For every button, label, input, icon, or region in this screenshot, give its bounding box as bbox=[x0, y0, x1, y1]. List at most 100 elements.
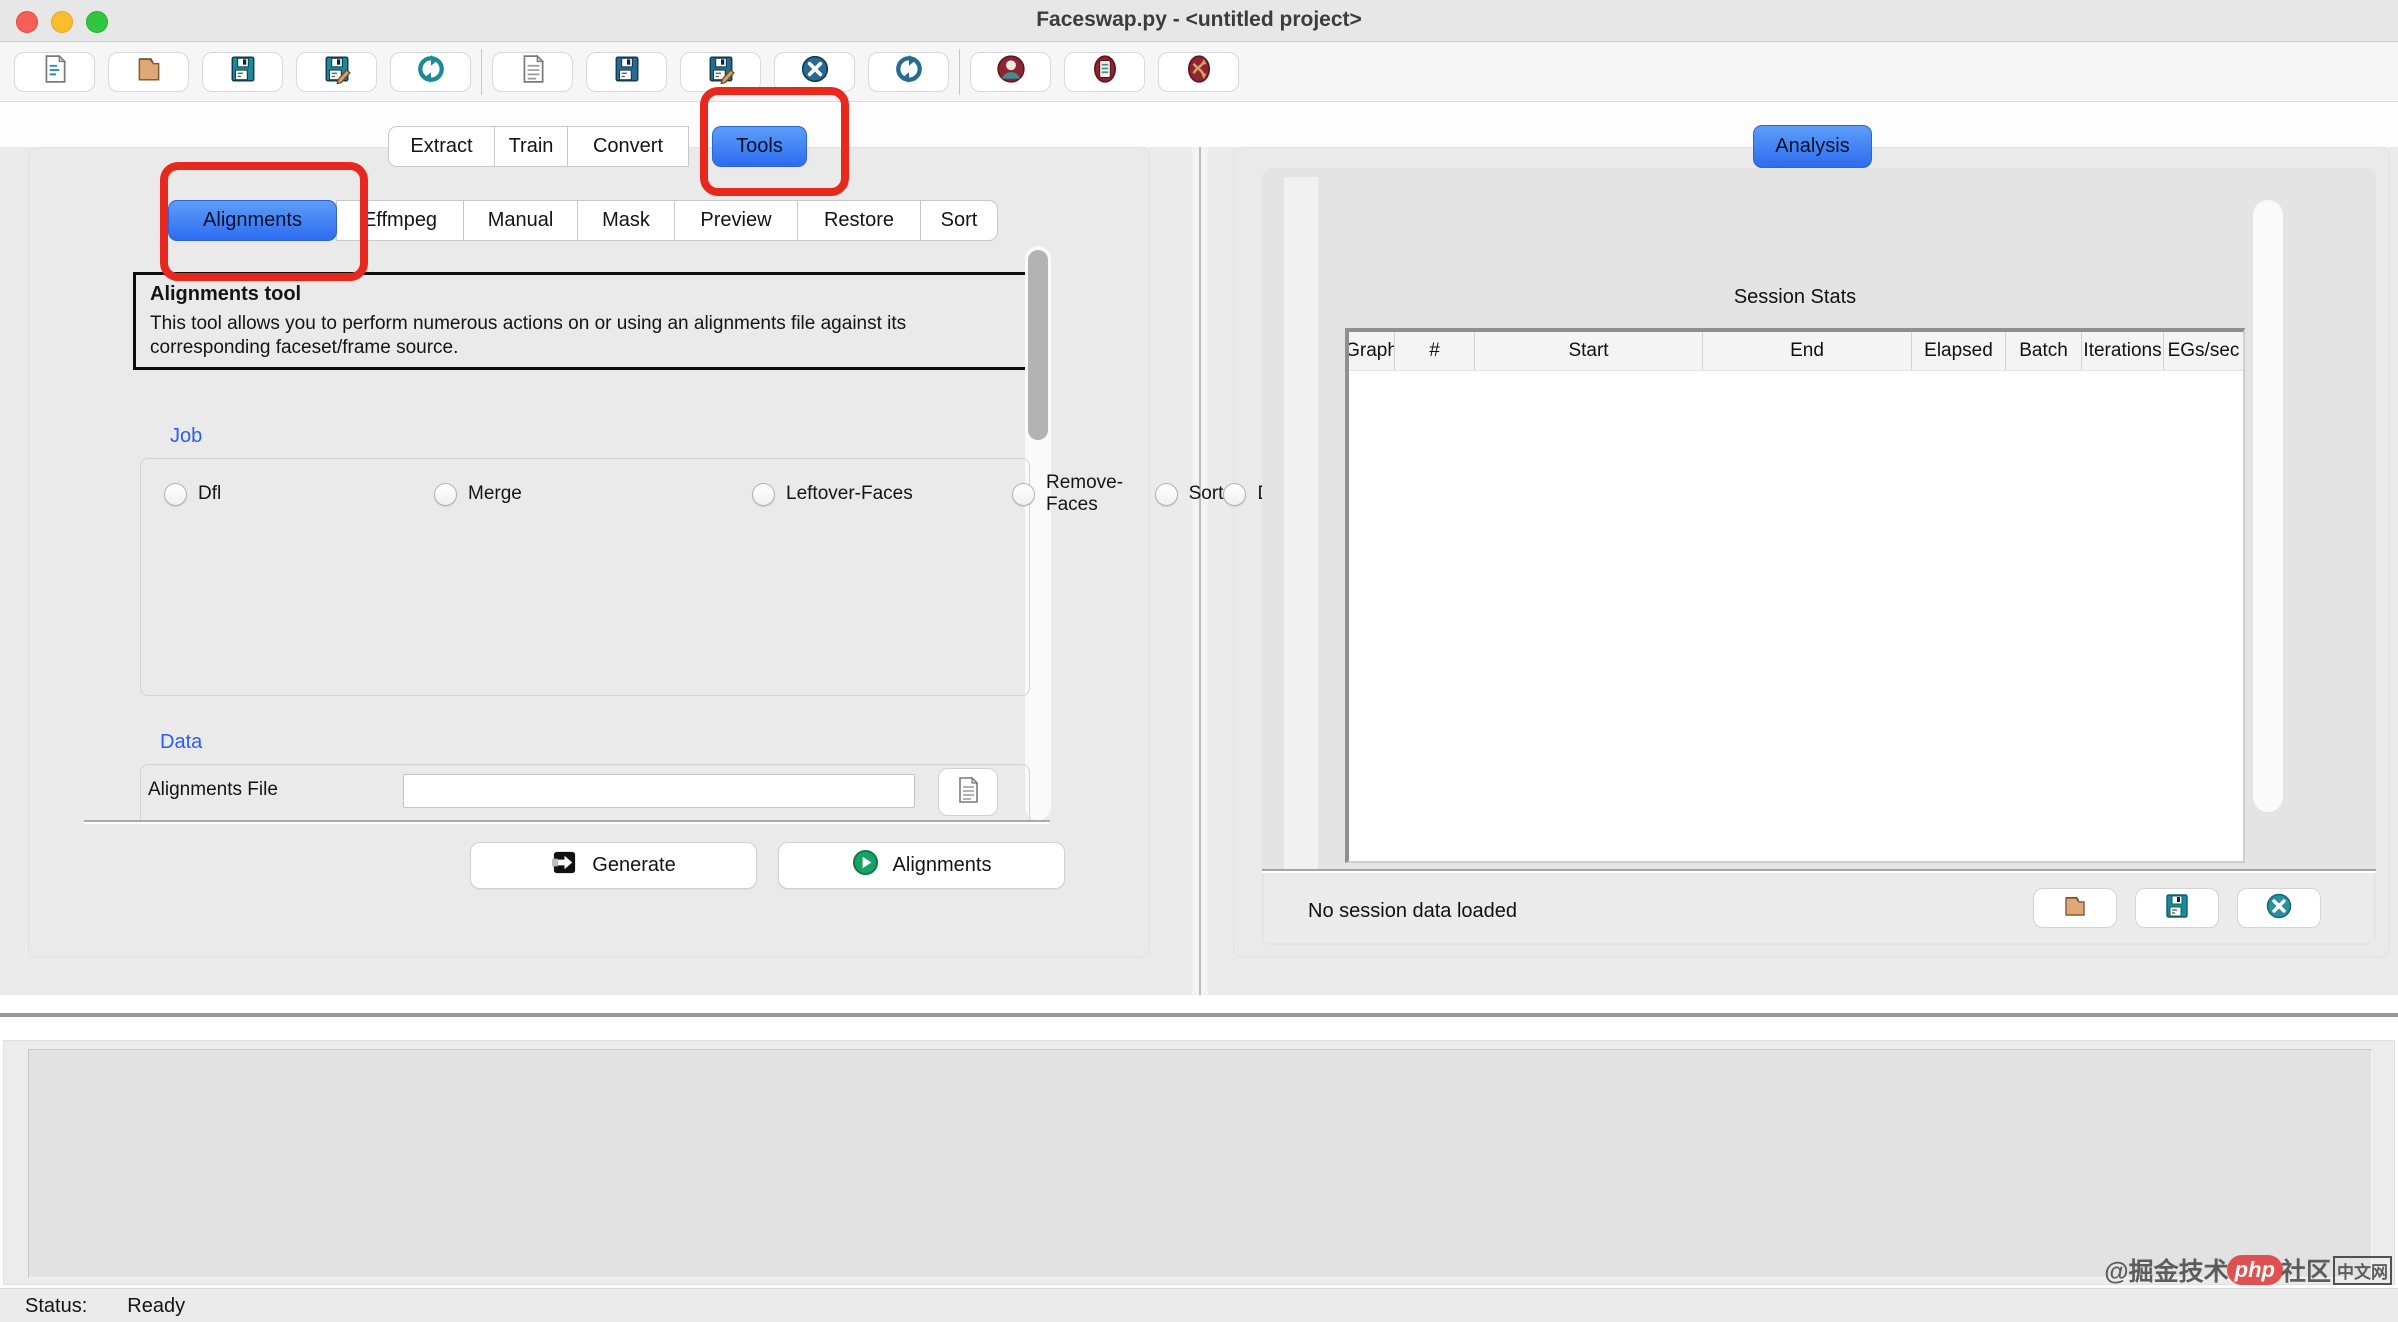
save-config-icon bbox=[612, 54, 642, 89]
toolbar-group-3 bbox=[970, 51, 1239, 92]
tool-tab-effmpeg[interactable]: Effmpeg bbox=[336, 200, 464, 241]
radio-label-leftover-faces: Leftover-Faces bbox=[786, 483, 913, 504]
save-config-button[interactable] bbox=[586, 51, 667, 92]
console-frame bbox=[3, 1040, 2395, 1285]
output-button[interactable] bbox=[1064, 51, 1145, 92]
watermark-suffix: 社区 bbox=[2280, 1258, 2331, 1286]
file-browser-icon bbox=[954, 776, 982, 809]
notebook-band bbox=[0, 102, 2398, 147]
pane-divider[interactable] bbox=[1192, 147, 1208, 995]
tab-train[interactable]: Train bbox=[494, 126, 568, 167]
tool-tab-mask[interactable]: Mask bbox=[577, 200, 675, 241]
save-project-icon bbox=[228, 54, 258, 89]
tool-tab-alignments[interactable]: Alignments bbox=[168, 200, 337, 241]
main-tabs: Extract Train Convert Tools bbox=[388, 126, 807, 167]
reset-config-button[interactable] bbox=[868, 51, 949, 92]
tab-analysis[interactable]: Analysis bbox=[1753, 125, 1872, 168]
tool-tab-manual[interactable]: Manual bbox=[463, 200, 578, 241]
generate-icon bbox=[551, 849, 578, 882]
radio-draw[interactable] bbox=[1223, 482, 1247, 506]
bottom-area: Status: Ready bbox=[0, 995, 2398, 1322]
swap-icon bbox=[1184, 54, 1214, 89]
toolbar-group-1 bbox=[14, 51, 471, 92]
horizontal-sash[interactable] bbox=[0, 1013, 2398, 1017]
reset-project-icon bbox=[416, 54, 446, 89]
open-project-button[interactable] bbox=[108, 51, 189, 92]
job-option-dfl: Dfl bbox=[164, 482, 434, 506]
alignments-run-button[interactable]: Alignments bbox=[778, 842, 1065, 889]
clear-config-button[interactable] bbox=[774, 51, 855, 92]
tab-convert[interactable]: Convert bbox=[567, 126, 689, 167]
data-section-label: Data bbox=[160, 731, 203, 753]
clear-session-button[interactable] bbox=[2237, 888, 2321, 928]
job-section-label: Job bbox=[170, 425, 203, 447]
save-project-as-button[interactable] bbox=[296, 51, 377, 92]
save-session-icon bbox=[2163, 892, 2191, 925]
session-stats-table: Graph#StartEndElapsedBatchIterationsEGs/… bbox=[1345, 328, 2245, 863]
tool-tab-restore[interactable]: Restore bbox=[797, 200, 921, 241]
console-output[interactable] bbox=[28, 1049, 2372, 1278]
tool-tab-sort[interactable]: Sort bbox=[920, 200, 998, 241]
generate-button[interactable]: Generate bbox=[470, 842, 757, 889]
job-option-remove-faces: Remove-Faces bbox=[1012, 472, 1155, 516]
tool-info-title: Alignments tool bbox=[150, 283, 302, 305]
new-project-button[interactable] bbox=[14, 51, 95, 92]
window-title: Faceswap.py - <untitled project> bbox=[1036, 8, 1362, 31]
options-scrollbar-thumb[interactable] bbox=[1028, 250, 1048, 440]
stats-scrollbar[interactable] bbox=[2253, 200, 2283, 812]
load-config-icon bbox=[518, 54, 548, 89]
session-stats-title: Session Stats bbox=[1733, 286, 1857, 308]
generate-label: Generate bbox=[592, 854, 676, 876]
tool-info-box: Alignments tool This tool allows you to … bbox=[133, 272, 1028, 370]
stats-column-iterations: Iterations bbox=[2082, 332, 2164, 370]
load-config-button[interactable] bbox=[492, 51, 573, 92]
save-session-button[interactable] bbox=[2135, 888, 2219, 928]
new-project-icon bbox=[40, 54, 70, 89]
radio-label-sort: Sort bbox=[1188, 483, 1224, 504]
stats-column-end: End bbox=[1703, 332, 1912, 370]
stats-left-strip bbox=[1284, 177, 1318, 877]
save-project-as-icon bbox=[322, 54, 352, 89]
tab-extract[interactable]: Extract bbox=[388, 126, 495, 167]
clear-config-icon bbox=[800, 54, 830, 89]
watermark: @掘金技术 php 社区 中文网 bbox=[2104, 1252, 2392, 1288]
profile-button[interactable] bbox=[970, 51, 1051, 92]
status-value: Ready bbox=[127, 1294, 186, 1317]
stats-column--: # bbox=[1395, 332, 1475, 370]
save-config-as-button[interactable] bbox=[680, 51, 761, 92]
run-label: Alignments bbox=[892, 854, 992, 876]
watermark-extra: 中文网 bbox=[2333, 1255, 2392, 1285]
run-icon bbox=[852, 849, 879, 882]
swap-button[interactable] bbox=[1158, 51, 1239, 92]
profile-icon bbox=[996, 54, 1026, 89]
radio-merge[interactable] bbox=[434, 482, 457, 506]
status-label: Status: bbox=[25, 1294, 88, 1317]
session-stats-header: Graph#StartEndElapsedBatchIterationsEGs/… bbox=[1349, 332, 2243, 371]
faceswap-window: Faceswap.py - <untitled project> Extract… bbox=[0, 0, 2398, 1322]
clear-session-icon bbox=[2265, 892, 2293, 925]
alignments-file-browse-button[interactable] bbox=[938, 768, 998, 816]
job-option-sort: Sort bbox=[1154, 482, 1224, 506]
toolbar-separator bbox=[481, 48, 482, 95]
watermark-badge: php bbox=[2226, 1255, 2283, 1285]
radio-sort[interactable] bbox=[1154, 482, 1178, 506]
stats-column-start: Start bbox=[1475, 332, 1703, 370]
radio-leftover-faces[interactable] bbox=[752, 482, 775, 506]
stats-column-egs-sec: EGs/sec bbox=[2167, 340, 2240, 361]
alignments-file-input[interactable] bbox=[403, 774, 915, 808]
toolbar bbox=[0, 42, 2398, 102]
radio-remove-faces[interactable] bbox=[1012, 482, 1035, 506]
session-stats-frame: Session Stats Graph#StartEndElapsedBatch… bbox=[1262, 168, 2376, 945]
tool-tab-preview[interactable]: Preview bbox=[674, 200, 798, 241]
load-session-button[interactable] bbox=[2033, 888, 2117, 928]
stats-column-elapsed: Elapsed bbox=[1912, 332, 2006, 370]
tool-info-body: This tool allows you to perform numerous… bbox=[150, 313, 907, 358]
job-option-leftover-faces: Leftover-Faces bbox=[752, 482, 1012, 506]
watermark-text: @掘金技术 bbox=[2104, 1258, 2229, 1286]
radio-dfl[interactable] bbox=[164, 482, 187, 506]
job-option-merge: Merge bbox=[434, 482, 752, 506]
stats-column-graph: Graph bbox=[1349, 332, 1395, 370]
save-project-button[interactable] bbox=[202, 51, 283, 92]
tab-tools[interactable]: Tools bbox=[712, 126, 807, 167]
reset-project-button[interactable] bbox=[390, 51, 471, 92]
